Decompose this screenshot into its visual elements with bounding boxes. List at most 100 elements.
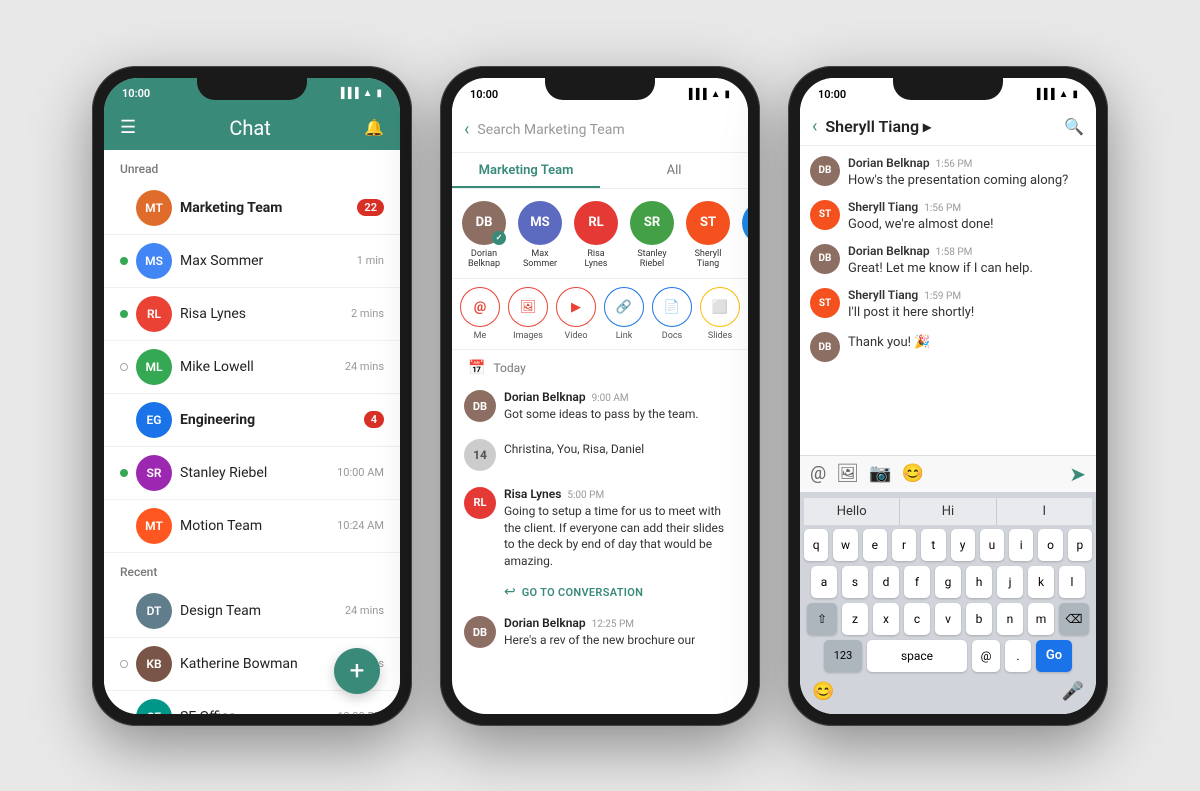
list-item[interactable]: DT Design Team 24 mins (104, 585, 400, 638)
tab-marketing-team[interactable]: Marketing Team (452, 153, 600, 188)
filter-video[interactable]: ▶ Video (556, 287, 596, 341)
hamburger-icon[interactable]: ☰ (120, 117, 136, 138)
person-item[interactable]: RL RisaLynes (572, 201, 620, 271)
key-m[interactable]: m (1028, 603, 1054, 635)
signal-icon: ▐▐▐ (1033, 89, 1054, 100)
key-space[interactable]: space (867, 640, 967, 672)
key-p[interactable]: p (1068, 529, 1092, 561)
person-item[interactable]: SR StanleyRiebel (628, 201, 676, 271)
suggestion-hi[interactable]: Hi (900, 498, 996, 525)
bell-icon[interactable]: 🔔 (364, 118, 384, 137)
key-x[interactable]: x (873, 603, 899, 635)
chat-time: 24 mins (345, 360, 384, 373)
back-button[interactable]: ‹ (464, 119, 469, 140)
key-go[interactable]: Go (1036, 640, 1072, 672)
conv-content: Sheryll Tiang 1:56 PM Good, we're almost… (848, 200, 993, 234)
emoji-button[interactable]: 😊 (812, 681, 834, 702)
key-j[interactable]: j (997, 566, 1023, 598)
message-avatar: DB (464, 616, 496, 648)
key-k[interactable]: k (1028, 566, 1054, 598)
suggestion-i[interactable]: I (997, 498, 1092, 525)
message-time: 9:00 AM (592, 393, 629, 404)
key-w[interactable]: w (833, 529, 857, 561)
conv-text: How's the presentation coming along? (848, 172, 1068, 190)
key-v[interactable]: v (935, 603, 961, 635)
chat-header: ☰ Chat 🔔 (104, 106, 400, 150)
status-icons-2: ▐▐▐ ▲ ▮ (685, 89, 730, 100)
person-item[interactable]: ST SheryllTiang (684, 201, 732, 271)
message-text: Christina, You, Risa, Daniel (504, 441, 736, 458)
key-at[interactable]: @ (972, 640, 1000, 672)
tab-all[interactable]: All (600, 153, 748, 188)
message-avatar: DB (464, 390, 496, 422)
mention-icon[interactable]: @ (810, 463, 826, 484)
key-u[interactable]: u (980, 529, 1004, 561)
key-a[interactable]: a (811, 566, 837, 598)
camera-icon[interactable]: 📷 (869, 463, 891, 484)
key-s[interactable]: s (842, 566, 868, 598)
person-item[interactable]: DB ✓ DorianBelknap (460, 201, 508, 271)
filter-images[interactable]: 🖼 Images (508, 287, 548, 341)
check-badge: ✓ (492, 231, 506, 245)
filter-slides[interactable]: ⬜ Slides (700, 287, 740, 341)
suggestion-hello[interactable]: Hello (804, 498, 900, 525)
list-item[interactable]: RL Risa Lynes 2 mins (104, 288, 400, 341)
list-item[interactable]: SF SF Office 12:30 PM (104, 691, 400, 714)
list-item[interactable]: MT Marketing Team 22 (104, 182, 400, 235)
list-item[interactable]: SR Stanley Riebel 10:00 AM (104, 447, 400, 500)
key-r[interactable]: r (892, 529, 916, 561)
compose-fab[interactable]: + (334, 648, 380, 694)
search-input[interactable]: Search Marketing Team (477, 116, 736, 144)
chat-time: 10:00 AM (337, 466, 384, 479)
back-button[interactable]: ‹ (812, 116, 817, 137)
key-delete[interactable]: ⌫ (1059, 603, 1089, 635)
key-c[interactable]: c (904, 603, 930, 635)
offline-indicator (120, 363, 128, 371)
key-i[interactable]: i (1009, 529, 1033, 561)
key-l[interactable]: l (1059, 566, 1085, 598)
image-icon[interactable]: 🖼 (836, 463, 859, 484)
key-n[interactable]: n (997, 603, 1023, 635)
message-text: Going to setup a time for us to meet wit… (504, 503, 736, 570)
microphone-button[interactable]: 🎤 (1062, 681, 1084, 702)
list-item[interactable]: EG Engineering 4 (104, 394, 400, 447)
key-123[interactable]: 123 (824, 640, 862, 672)
conv-text: Great! Let me know if I can help. (848, 260, 1033, 278)
filter-docs[interactable]: 📄 Docs (652, 287, 692, 341)
list-item[interactable]: MS Max Sommer 1 min (104, 235, 400, 288)
key-e[interactable]: e (863, 529, 887, 561)
avatar: RL (136, 296, 172, 332)
key-o[interactable]: o (1038, 529, 1062, 561)
person-item[interactable]: MS MaxSommer (516, 201, 564, 271)
key-q[interactable]: q (804, 529, 828, 561)
filter-link[interactable]: 🔗 Link (604, 287, 644, 341)
search-icon[interactable]: 🔍 (1064, 117, 1084, 136)
key-d[interactable]: d (873, 566, 899, 598)
key-f[interactable]: f (904, 566, 930, 598)
list-item[interactable]: MT Motion Team 10:24 AM (104, 500, 400, 553)
person-item[interactable]: ML MikeLowell (740, 201, 748, 271)
phone-1-screen: 10:00 ▐▐▐ ▲ ▮ ☰ Chat 🔔 Unread MT (104, 78, 400, 714)
key-t[interactable]: t (921, 529, 945, 561)
key-b[interactable]: b (966, 603, 992, 635)
message-time: 12:25 PM (592, 619, 634, 630)
message-avatar: RL (464, 487, 496, 519)
reaction-icon[interactable]: 😊 (901, 463, 923, 484)
key-z[interactable]: z (842, 603, 868, 635)
avatar: MT (136, 190, 172, 226)
keyboard-row-2: a s d f g h j k l (804, 566, 1092, 598)
status-icons-1: ▐▐▐ ▲ ▮ (337, 88, 382, 99)
list-item[interactable]: ML Mike Lowell 24 mins (104, 341, 400, 394)
key-h[interactable]: h (966, 566, 992, 598)
key-y[interactable]: y (951, 529, 975, 561)
chat-item-text: Mike Lowell 24 mins (180, 359, 384, 375)
go-to-conversation-link[interactable]: ↩ GO TO CONVERSATION (452, 578, 748, 608)
unread-badge: 4 (364, 411, 384, 428)
filter-me[interactable]: @ Me (460, 287, 500, 341)
send-button[interactable]: ➤ (1069, 462, 1086, 486)
key-g[interactable]: g (935, 566, 961, 598)
key-shift[interactable]: ⇧ (807, 603, 837, 635)
section-recent: Recent (104, 553, 400, 585)
filter-label: Images (513, 331, 543, 341)
key-period[interactable]: . (1005, 640, 1031, 672)
